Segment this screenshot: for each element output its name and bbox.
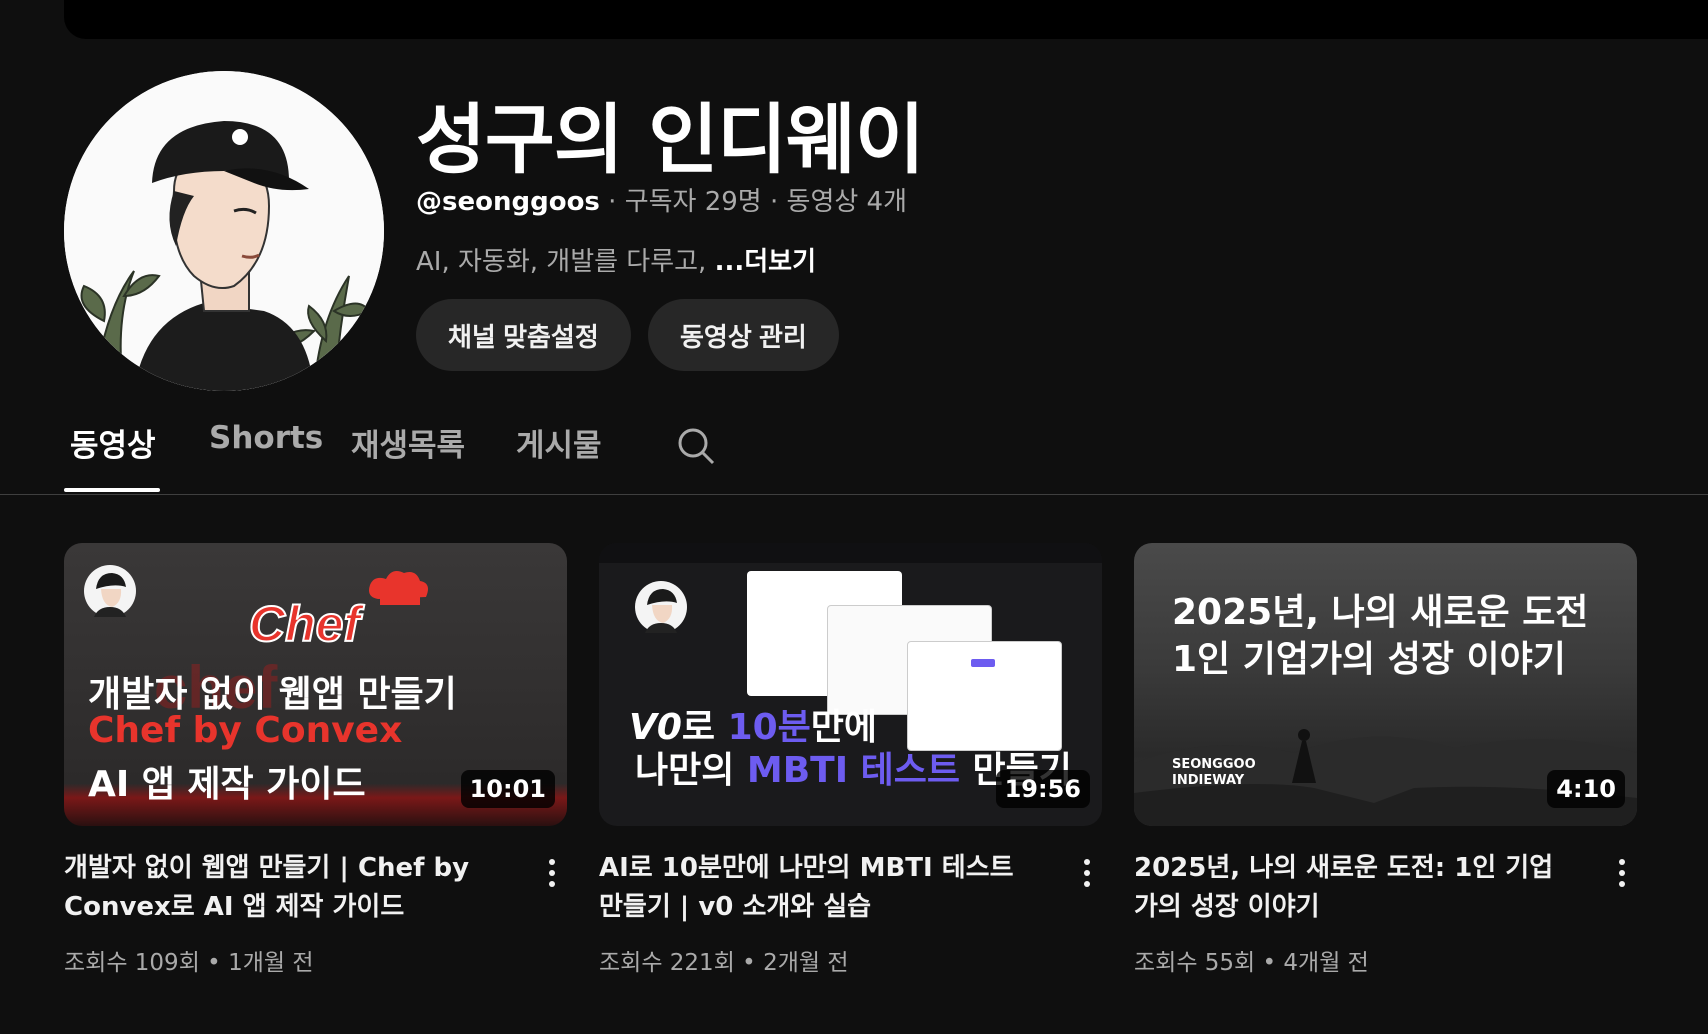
video-duration: 10:01: [460, 770, 555, 808]
video-title[interactable]: 2025년, 나의 새로운 도전: 1인 기업가의 성장 이야기: [1134, 849, 1574, 927]
view-count: 조회수 55회: [1134, 950, 1256, 976]
upload-age: 1개월 전: [228, 950, 314, 976]
meta-separator: •: [199, 950, 229, 976]
more-actions-icon[interactable]: [537, 855, 567, 895]
video-card[interactable]: V0로 10분만에 나만의 MBTI 테스트 만들기 19:56 AI로 10분…: [599, 543, 1102, 976]
search-icon[interactable]: [676, 426, 716, 466]
view-count: 조회수 221회: [599, 950, 735, 976]
more-link[interactable]: ...더보기: [715, 247, 816, 277]
video-meta: 조회수 109회 • 1개월 전: [64, 943, 314, 977]
channel-avatar[interactable]: [64, 71, 384, 391]
upload-age: 2개월 전: [763, 950, 849, 976]
subscriber-count: · 구독자 29명: [608, 187, 762, 217]
video-thumbnail[interactable]: chef Chef 개발자 없이 웹앱 만들기 Chef by Convex A…: [64, 543, 567, 826]
thumb-brand-2: INDIEWAY: [1172, 773, 1245, 788]
channel-handle: @seonggoos: [416, 187, 600, 217]
more-actions-icon[interactable]: [1607, 855, 1637, 895]
channel-banner: [64, 0, 1708, 39]
video-thumbnail[interactable]: 2025년, 나의 새로운 도전 1인 기업가의 성장 이야기 SEONGGOO…: [1134, 543, 1637, 826]
video-duration: 19:56: [995, 770, 1090, 808]
tabs-divider: [0, 494, 1708, 495]
view-count: 조회수 109회: [64, 950, 200, 976]
tab-playlists[interactable]: 재생목록: [351, 420, 465, 465]
video-duration: 4:10: [1547, 770, 1625, 808]
channel-avatar-small-icon: [84, 565, 136, 617]
video-card[interactable]: chef Chef 개발자 없이 웹앱 만들기 Chef by Convex A…: [64, 543, 567, 976]
video-meta: 조회수 221회 • 2개월 전: [599, 943, 849, 977]
video-meta: 조회수 55회 • 4개월 전: [1134, 943, 1369, 977]
thumb-line-2: Chef by Convex: [88, 710, 403, 751]
more-actions-icon[interactable]: [1072, 855, 1102, 895]
description-text: AI, 자동화, 개발를 다루고,: [416, 247, 715, 277]
video-count: · 동영상 4개: [770, 187, 908, 217]
thumb-line-3: AI 앱 제작 가이드: [88, 764, 366, 805]
thumb-logo: Chef: [248, 595, 361, 653]
upload-age: 4개월 전: [1283, 950, 1369, 976]
video-title[interactable]: AI로 10분만에 나만의 MBTI 테스트 만들기 | v0 소개와 실습: [599, 849, 1039, 927]
tab-videos[interactable]: 동영상: [70, 420, 156, 465]
meta-separator: •: [734, 950, 764, 976]
customize-channel-button[interactable]: 채널 맞춤설정: [416, 299, 631, 371]
tab-posts[interactable]: 게시물: [516, 420, 602, 465]
video-title[interactable]: 개발자 없이 웹앱 만들기 | Chef by Convex로 AI 앱 제작 …: [64, 849, 504, 927]
thumb-line-2: 1인 기업가의 성장 이야기: [1172, 639, 1566, 680]
tab-shorts[interactable]: Shorts: [209, 420, 323, 456]
video-card[interactable]: 2025년, 나의 새로운 도전 1인 기업가의 성장 이야기 SEONGGOO…: [1134, 543, 1637, 976]
channel-title: 성구의 인디웨이: [416, 95, 925, 184]
active-tab-indicator: [64, 488, 160, 492]
chef-hat-icon: [369, 571, 428, 605]
channel-description[interactable]: AI, 자동화, 개발를 다루고, ...더보기: [416, 241, 816, 278]
thumb-line-1: 2025년, 나의 새로운 도전: [1172, 592, 1589, 633]
channel-avatar-small-icon: [635, 581, 687, 633]
thumb-highlight: MBTI 테스트: [746, 750, 961, 791]
video-thumbnail[interactable]: V0로 10분만에 나만의 MBTI 테스트 만들기 19:56: [599, 543, 1102, 826]
thumb-brand-1: SEONGGOO: [1172, 757, 1256, 772]
manage-videos-button[interactable]: 동영상 관리: [648, 299, 839, 371]
meta-separator: •: [1255, 950, 1284, 976]
channel-meta: @seonggoos · 구독자 29명 · 동영상 4개: [416, 181, 907, 218]
thumb-text: 나만의: [635, 750, 747, 791]
